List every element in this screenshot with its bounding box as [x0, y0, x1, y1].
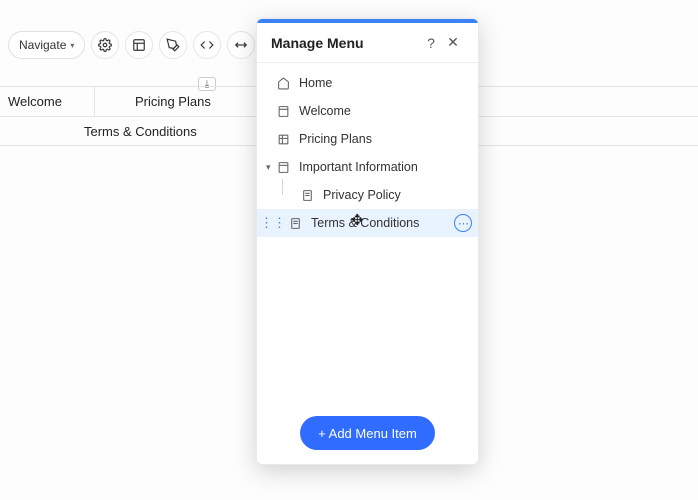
menu-item-privacy-policy[interactable]: Privacy Policy [257, 181, 478, 209]
arrows-horizontal-icon[interactable] [227, 31, 255, 59]
menu-item-terms-conditions[interactable]: ⋮⋮ Terms & Conditions ⋯ ✥ [257, 209, 478, 237]
menu-item-label: Home [299, 76, 332, 90]
navigate-label: Navigate [19, 38, 66, 52]
menu-item-label: Welcome [299, 104, 351, 118]
home-icon [277, 77, 291, 90]
page-icon [301, 189, 315, 202]
add-menu-item-button[interactable]: + Add Menu Item [300, 416, 435, 450]
menu-item-label: Pricing Plans [299, 132, 372, 146]
chevron-down-icon: ▾ [70, 41, 74, 50]
tab-welcome[interactable]: Welcome [0, 87, 95, 116]
page-icon [277, 105, 291, 118]
brush-icon[interactable] [159, 31, 187, 59]
menu-item-home[interactable]: Home [257, 69, 478, 97]
top-toolbar: Navigate ▾ [0, 31, 297, 59]
panel-title: Manage Menu [271, 35, 420, 51]
close-icon[interactable]: ✕ [442, 32, 464, 54]
tab-pricing-plans[interactable]: Pricing Plans [95, 87, 262, 116]
row-more-icon[interactable]: ⋯ [454, 214, 472, 232]
menu-item-pricing-plans[interactable]: Pricing Plans [257, 125, 478, 153]
tree-guide [282, 179, 283, 195]
menu-item-label: Important Information [299, 160, 418, 174]
page-icon [289, 217, 303, 230]
menu-tree: Home Welcome Pricing Plans Important Inf… [257, 63, 478, 402]
menu-item-label: Privacy Policy [323, 188, 401, 202]
menu-item-welcome[interactable]: Welcome [257, 97, 478, 125]
layout-icon[interactable] [125, 31, 153, 59]
code-icon[interactable] [193, 31, 221, 59]
panel-footer: + Add Menu Item [257, 402, 478, 464]
gear-icon[interactable] [91, 31, 119, 59]
page-icon [277, 161, 291, 174]
package-icon [277, 133, 291, 146]
navigate-button[interactable]: Navigate ▾ [8, 31, 85, 59]
panel-header: Manage Menu ? ✕ [257, 23, 478, 63]
menu-item-label: Terms & Conditions [311, 216, 419, 230]
panel-help-icon[interactable]: ? [420, 32, 442, 54]
drag-handle-icon[interactable]: ⋮⋮ [260, 215, 286, 231]
manage-menu-panel: Manage Menu ? ✕ Home Welcome Pricing Pla… [256, 18, 479, 465]
page-subtitle: Terms & Conditions [84, 124, 197, 139]
menu-item-important-information[interactable]: Important Information [257, 153, 478, 181]
